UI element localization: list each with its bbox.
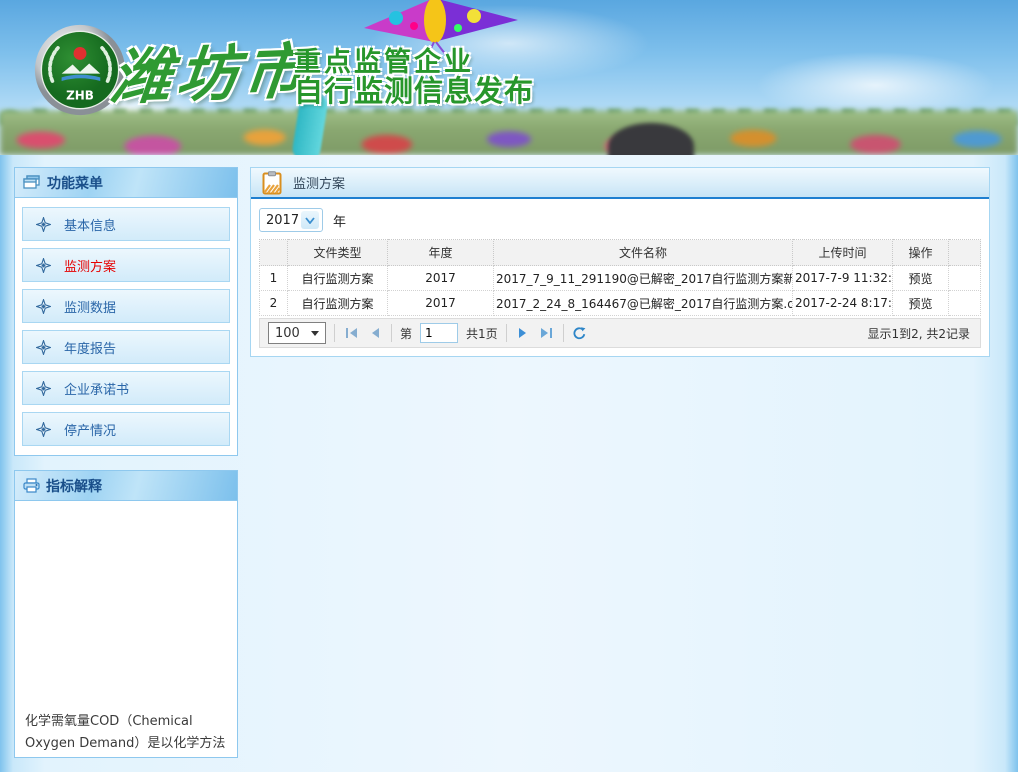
preview-link[interactable]: 预览 (893, 291, 949, 316)
monitoring-plan-body: 2017 年 (251, 199, 989, 356)
clipboard-icon (262, 171, 282, 195)
page-size-select[interactable]: 100 (268, 322, 326, 344)
folder-icon (23, 175, 41, 190)
monitoring-plan-header: 监测方案 (251, 168, 989, 199)
compass-diamond-icon (36, 217, 51, 232)
prev-page-icon[interactable] (367, 325, 383, 341)
total-pages-label: 共1页 (466, 325, 498, 342)
col-row-number (260, 240, 288, 266)
site-banner: ZHB 潍坊市 重点监管企业 自行监测信息发布 (0, 0, 1018, 155)
sidebar-item-monitoring-plan[interactable]: 监测方案 (22, 248, 230, 282)
page-size-value: 100 (275, 326, 300, 341)
indicator-explanation-header: 指标解释 (15, 471, 237, 501)
last-page-icon[interactable] (539, 325, 555, 341)
function-menu-panel: 功能菜单 基本信息 监测方案 监测数据 (14, 167, 238, 456)
sidebar-item-label: 监测数据 (64, 297, 116, 316)
compass-diamond-icon (36, 258, 51, 273)
page-prefix-label: 第 (400, 325, 412, 342)
divider (334, 324, 335, 342)
cell-spacer (949, 266, 981, 291)
cell-file-name: 2017_2_24_8_164467@已解密_2017自行监测方案.doc (494, 291, 793, 316)
cell-row-number: 1 (260, 266, 288, 291)
main-area: 监测方案 2017 年 (250, 167, 990, 772)
pagination-bar: 100 第 共1页 (259, 318, 981, 348)
year-select[interactable]: 2017 (259, 208, 323, 232)
cell-year: 2017 (388, 291, 494, 316)
indicator-explanation-panel: 指标解释 化学需氧量COD（Chemical Oxygen Demand）是以化… (14, 470, 238, 758)
cell-row-number: 2 (260, 291, 288, 316)
page-title: 监测方案 (293, 173, 345, 192)
sidebar-item-label: 企业承诺书 (64, 379, 129, 398)
cell-upload-time: 2017-7-9 11:32:15 (793, 266, 893, 291)
indicator-explanation-body: 化学需氧量COD（Chemical Oxygen Demand）是以化学方法 (15, 501, 237, 757)
indicator-explanation-title: 指标解释 (46, 476, 102, 496)
year-label: 年 (333, 211, 346, 230)
site-city-title: 潍坊市 (107, 23, 315, 117)
preview-link[interactable]: 预览 (893, 266, 949, 291)
sidebar-item-monitoring-data[interactable]: 监测数据 (22, 289, 230, 323)
col-year: 年度 (388, 240, 494, 266)
site-subtitle-line2: 自行监测信息发布 (294, 68, 534, 110)
table-header-row: 文件类型 年度 文件名称 上传时间 操作 (260, 240, 981, 266)
refresh-icon[interactable] (572, 325, 588, 341)
sidebar-item-label: 基本信息 (64, 215, 116, 234)
sidebar-item-annual-report[interactable]: 年度报告 (22, 330, 230, 364)
col-upload-time: 上传时间 (793, 240, 893, 266)
documents-table: 文件类型 年度 文件名称 上传时间 操作 1 自行监测方案 (259, 239, 981, 316)
col-file-name: 文件名称 (494, 240, 793, 266)
sidebar-item-label: 年度报告 (64, 338, 116, 357)
divider (391, 324, 392, 342)
sidebar-item-enterprise-commitment[interactable]: 企业承诺书 (22, 371, 230, 405)
printer-icon (23, 478, 40, 493)
crowd-photo-strip (0, 111, 1018, 155)
divider (506, 324, 507, 342)
cell-file-type: 自行监测方案 (288, 291, 388, 316)
function-menu-header: 功能菜单 (15, 168, 237, 198)
svg-text:ZHB: ZHB (66, 88, 94, 102)
cell-upload-time: 2017-2-24 8:17:06 (793, 291, 893, 316)
sidebar-item-label: 停产情况 (64, 420, 116, 439)
cell-spacer (949, 291, 981, 316)
col-file-type: 文件类型 (288, 240, 388, 266)
cell-file-type: 自行监测方案 (288, 266, 388, 291)
sidebar-item-production-halt[interactable]: 停产情况 (22, 412, 230, 446)
divider (563, 324, 564, 342)
page-number-input[interactable] (420, 323, 458, 343)
content-area: 功能菜单 基本信息 监测方案 监测数据 (0, 155, 1018, 772)
page: ZHB 潍坊市 重点监管企业 自行监测信息发布 功能菜单 (0, 0, 1018, 759)
compass-diamond-icon (36, 422, 51, 437)
year-select-value: 2017 (266, 213, 299, 228)
function-menu-list: 基本信息 监测方案 监测数据 年度报告 (15, 198, 237, 455)
records-summary: 显示1到2, 共2记录 (867, 325, 970, 342)
sidebar-item-basic-info[interactable]: 基本信息 (22, 207, 230, 241)
function-menu-title: 功能菜单 (47, 173, 103, 193)
first-page-icon[interactable] (343, 325, 359, 341)
sidebar: 功能菜单 基本信息 监测方案 监测数据 (14, 167, 238, 772)
monitoring-plan-panel: 监测方案 2017 年 (250, 167, 990, 357)
compass-diamond-icon (36, 340, 51, 355)
table-row: 1 自行监测方案 2017 2017_7_9_11_291190@已解密_201… (260, 266, 981, 291)
compass-diamond-icon (36, 381, 51, 396)
year-filter-row: 2017 年 (259, 208, 981, 232)
chevron-down-icon (301, 211, 319, 229)
compass-diamond-icon (36, 299, 51, 314)
col-spacer (949, 240, 981, 266)
sidebar-item-label: 监测方案 (64, 256, 116, 275)
cell-year: 2017 (388, 266, 494, 291)
caret-down-icon (311, 331, 319, 336)
indicator-scrolling-text: 化学需氧量COD（Chemical Oxygen Demand）是以化学方法 (25, 711, 231, 755)
table-row: 2 自行监测方案 2017 2017_2_24_8_164467@已解密_201… (260, 291, 981, 316)
next-page-icon[interactable] (515, 325, 531, 341)
cell-file-name: 2017_7_9_11_291190@已解密_2017自行监测方案新.doc (494, 266, 793, 291)
col-action: 操作 (893, 240, 949, 266)
